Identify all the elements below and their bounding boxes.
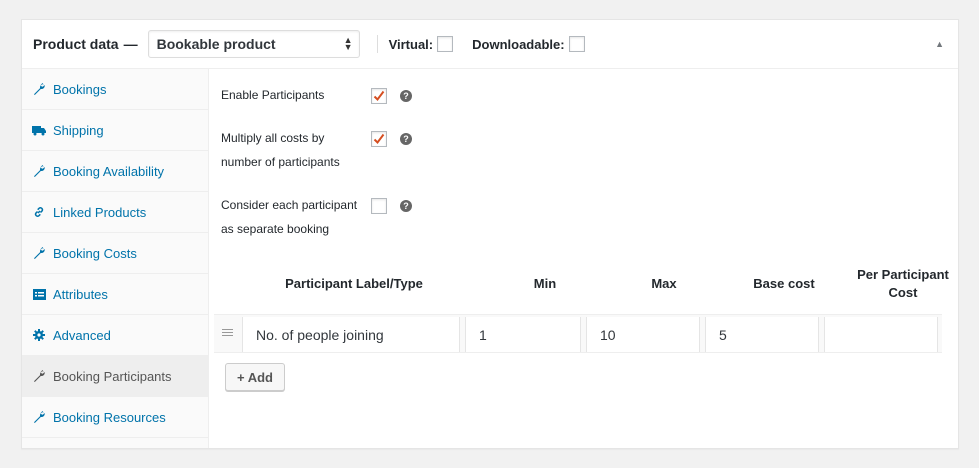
sidebar-item-bookings[interactable]: Bookings	[22, 69, 208, 110]
col-header-min: Min	[533, 276, 557, 291]
participant-per-cost-input[interactable]	[824, 317, 938, 352]
wrench-icon	[32, 82, 46, 96]
sidebar-item-shipping[interactable]: Shipping	[22, 110, 208, 151]
enable-participants-checkbox[interactable]	[371, 88, 387, 104]
wrench-icon	[32, 410, 46, 424]
sidebar-item-label: Bookings	[53, 81, 107, 97]
sidebar-item-label: Shipping	[53, 122, 104, 138]
sidebar-item-booking-participants[interactable]: Booking Participants	[22, 356, 208, 397]
product-data-panel: Product data — Bookable product ▲ ▼ Virtu…	[21, 19, 959, 449]
product-type-value: Bookable product	[156, 36, 276, 52]
sidebar-item-label: Booking Participants	[53, 368, 172, 384]
product-type-select[interactable]: Bookable product ▲ ▼	[147, 30, 360, 58]
virtual-checkbox[interactable]	[437, 36, 454, 52]
collapse-toggle-icon[interactable]: ▲	[935, 39, 944, 49]
drag-handle-icon[interactable]	[222, 329, 233, 338]
col-header-base-cost: Base cost	[753, 276, 815, 291]
multiply-costs-line1: Multiply all costs by	[221, 131, 325, 145]
sidebar-item-label: Advanced	[53, 327, 111, 343]
list-icon	[32, 287, 46, 301]
sidebar-item-advanced[interactable]: Advanced	[22, 315, 208, 356]
header-divider	[376, 35, 378, 53]
table-row: No. of people joining 1 10 5	[214, 314, 942, 353]
sidebar-item-label: Booking Availability	[53, 163, 165, 179]
multiply-costs-line2: number of participants	[221, 155, 340, 169]
product-data-header: Product data — Bookable product ▲ ▼ Virtu…	[22, 20, 958, 69]
virtual-label: Virtual:	[388, 36, 434, 52]
add-participant-button[interactable]: + Add	[225, 363, 285, 391]
separate-booking-line2: as separate booking	[221, 222, 330, 236]
truck-icon	[32, 123, 46, 137]
participant-min-input[interactable]: 1	[465, 317, 581, 352]
checkmark-icon	[373, 133, 385, 145]
separate-booking-line1: Consider each participant	[221, 198, 358, 212]
col-header-label: Participant Label/Type	[285, 276, 423, 291]
sidebar-item-booking-availability[interactable]: Booking Availability	[22, 151, 208, 192]
sidebar-item-attributes[interactable]: Attributes	[22, 274, 208, 315]
separate-booking-checkbox[interactable]	[371, 198, 387, 214]
col-header-per-participant-line2: Cost	[888, 285, 918, 300]
participant-max-input[interactable]: 10	[586, 317, 700, 352]
virtual-option[interactable]: Virtual:	[389, 36, 454, 52]
participant-label-input[interactable]: No. of people joining	[242, 317, 460, 352]
sidebar-item-label: Booking Resources	[53, 409, 166, 425]
col-header-per-participant-cost: Per Participant Cost	[843, 266, 963, 302]
select-arrows-icon: ▲ ▼	[343, 35, 353, 52]
sidebar-item-label: Booking Costs	[53, 245, 137, 261]
participant-base-cost-input[interactable]: 5	[705, 317, 819, 352]
link-icon	[32, 205, 46, 219]
downloadable-checkbox[interactable]	[568, 36, 585, 52]
help-icon[interactable]: ?	[400, 133, 412, 145]
title-separator: —	[123, 36, 138, 52]
wrench-icon	[32, 246, 46, 260]
downloadable-option[interactable]: Downloadable:	[472, 36, 585, 52]
col-header-per-participant-line1: Per Participant	[857, 267, 949, 282]
wrench-icon	[32, 369, 46, 383]
gear-icon	[32, 328, 46, 342]
wrench-icon	[32, 164, 46, 178]
booking-participants-panel: Enable Participants ? Multiply all costs…	[209, 69, 958, 448]
sidebar-item-booking-resources[interactable]: Booking Resources	[22, 397, 208, 438]
col-header-max: Max	[651, 276, 677, 291]
checkmark-icon	[373, 90, 385, 102]
sidebar-item-label: Linked Products	[53, 204, 147, 220]
product-data-title: Product data	[33, 36, 119, 52]
sidebar-item-linked-products[interactable]: Linked Products	[22, 192, 208, 233]
separate-booking-label: Consider each participant as separate bo…	[221, 193, 357, 241]
multiply-costs-checkbox[interactable]	[371, 131, 387, 147]
enable-participants-label: Enable Participants	[221, 88, 325, 102]
multiply-costs-label: Multiply all costs by number of particip…	[221, 126, 340, 174]
product-data-tabs: Bookings Shipping Booking Availability L…	[22, 69, 209, 448]
sidebar-item-booking-costs[interactable]: Booking Costs	[22, 233, 208, 274]
sidebar-item-label: Attributes	[53, 286, 108, 302]
help-icon[interactable]: ?	[400, 200, 412, 212]
downloadable-label: Downloadable:	[472, 36, 565, 52]
help-icon[interactable]: ?	[400, 90, 412, 102]
